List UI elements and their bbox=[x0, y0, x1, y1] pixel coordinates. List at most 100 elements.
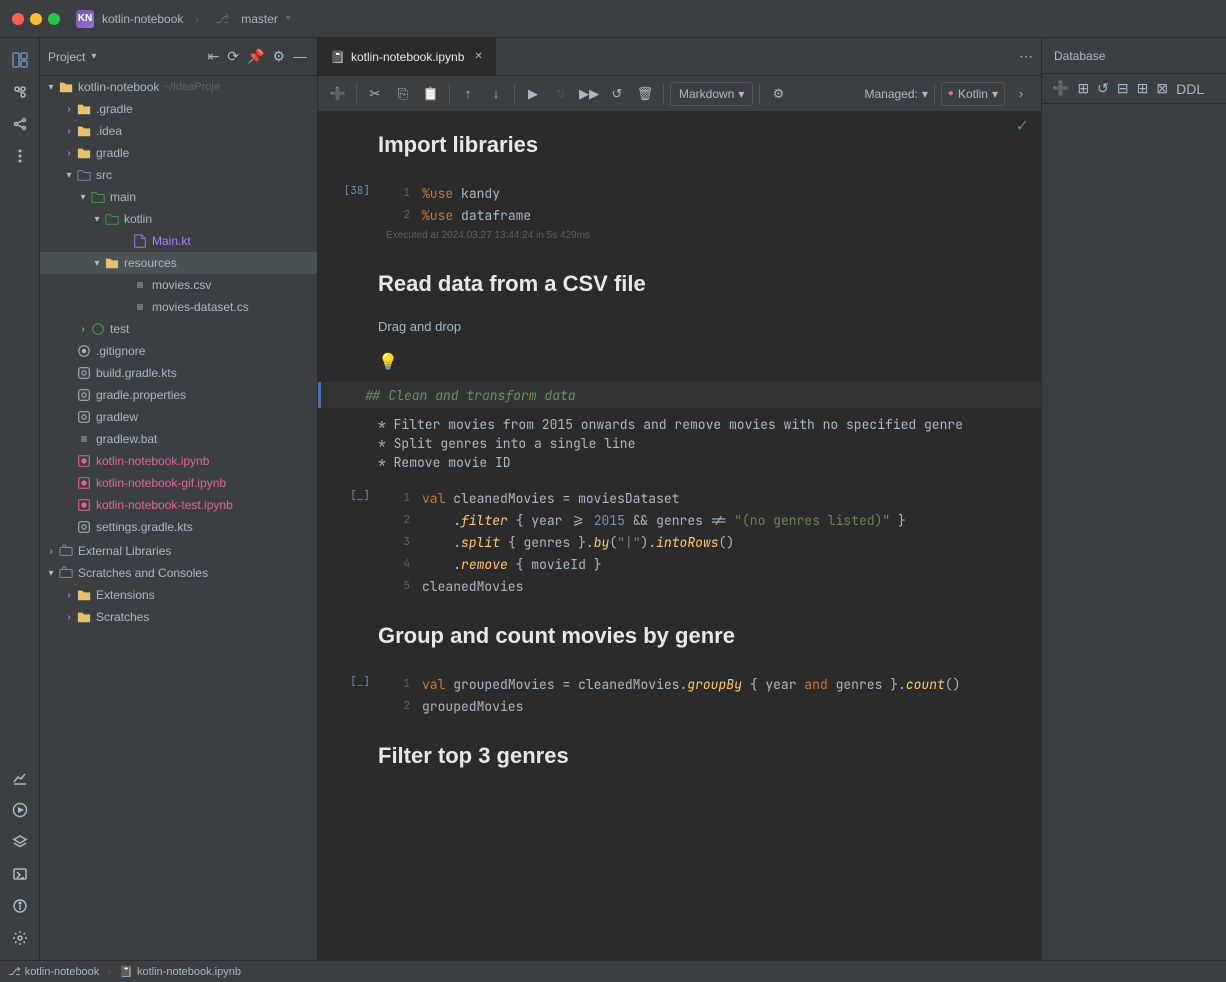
tree-item-gradlew-bat[interactable]: › ≡ gradlew.bat bbox=[40, 428, 317, 450]
cut-button[interactable]: ✂ bbox=[363, 82, 387, 106]
gradle-arrow: › bbox=[62, 102, 76, 116]
collapse-all-icon[interactable]: ⇤ bbox=[206, 46, 222, 67]
tree-item-build-gradle[interactable]: › build.gradle.kts bbox=[40, 362, 317, 384]
minimize-panel-icon[interactable]: — bbox=[291, 46, 309, 67]
stop-button[interactable]: ◾ bbox=[549, 82, 573, 106]
delete-button[interactable]: 🗑 bbox=[633, 82, 657, 106]
restart-button[interactable]: ↺ bbox=[605, 82, 629, 106]
tree-item-gradlew[interactable]: › gradlew bbox=[40, 406, 317, 428]
tree-item-scratches[interactable]: › Scratches bbox=[40, 606, 317, 628]
tree-item-gradle-dir[interactable]: › gradle bbox=[40, 142, 317, 164]
navigate-icon[interactable]: ⟳ bbox=[225, 46, 241, 67]
code-cell-cleaned-movies[interactable]: [_] 1 val cleanedMovies = moviesDataset … bbox=[318, 485, 1041, 599]
db-add-icon[interactable]: ➕ bbox=[1050, 78, 1071, 99]
layers-icon[interactable] bbox=[6, 828, 34, 856]
db-ddl-icon[interactable]: DDL bbox=[1174, 79, 1206, 99]
cell-content-38[interactable]: 1 %use kandy 2 %use dataframe Executed a… bbox=[378, 180, 1041, 247]
tab-menu-icon[interactable]: ⋯ bbox=[1011, 48, 1041, 65]
db-table-icon[interactable]: ⊠ bbox=[1154, 78, 1170, 99]
external-libs-arrow: › bbox=[44, 544, 58, 558]
minimize-button[interactable] bbox=[30, 13, 42, 25]
active-cell-comment[interactable]: ## Clean and transform data bbox=[318, 382, 1041, 408]
cleaned-line-4: 4 .remove { movieId } bbox=[386, 553, 1033, 575]
pin-icon[interactable]: 📌 bbox=[245, 46, 266, 67]
structure-icon[interactable] bbox=[6, 110, 34, 138]
add-cell-button[interactable]: ➕ bbox=[326, 82, 350, 106]
movies-csv-label: movies.csv bbox=[152, 278, 211, 292]
tree-item-gradle-props[interactable]: › gradle.properties bbox=[40, 384, 317, 406]
line-code-38-2: %use dataframe bbox=[422, 207, 531, 224]
tree-item-gitignore[interactable]: › .gitignore bbox=[40, 340, 317, 362]
status-file-icon: 📓 bbox=[119, 965, 133, 978]
status-git[interactable]: ⎇ kotlin-notebook bbox=[8, 965, 99, 978]
status-file[interactable]: 📓 kotlin-notebook.ipynb bbox=[119, 965, 241, 978]
tree-item-src[interactable]: ▾ src bbox=[40, 164, 317, 186]
cleaned-lnum-5: 5 bbox=[390, 579, 410, 593]
grouped-line-2: 2 groupedMovies bbox=[386, 695, 1033, 717]
tree-item-kotlin[interactable]: ▾ kotlin bbox=[40, 208, 317, 230]
settings-panel-icon[interactable]: ⚙ bbox=[270, 46, 287, 67]
db-grid-icon[interactable]: ⊞ bbox=[1135, 78, 1151, 99]
code-cell-grouped-movies[interactable]: [_] 1 val groupedMovies = cleanedMovies.… bbox=[318, 671, 1041, 719]
analytics-icon[interactable] bbox=[6, 764, 34, 792]
tree-item-main[interactable]: ▾ main bbox=[40, 186, 317, 208]
tree-item-scratches-consoles[interactable]: ▾ Scratches and Consoles bbox=[40, 562, 317, 584]
db-browse-icon[interactable]: ⊞ bbox=[1075, 78, 1091, 99]
kernel-dot: ● bbox=[948, 88, 954, 99]
tree-item-kotlin-notebook-test[interactable]: › kotlin-notebook-test.ipynb bbox=[40, 494, 317, 516]
db-refresh-icon[interactable]: ↺ bbox=[1095, 78, 1111, 99]
move-down-button[interactable]: ↓ bbox=[484, 82, 508, 106]
tree-item-gradle[interactable]: › .gradle bbox=[40, 98, 317, 120]
move-up-button[interactable]: ↑ bbox=[456, 82, 480, 106]
build-gradle-icon bbox=[76, 365, 92, 381]
paste-button[interactable]: 📋 bbox=[419, 82, 443, 106]
gradlew-bat-label: gradlew.bat bbox=[96, 432, 157, 446]
cleaned-code-3: .split { genres }.by("|").intoRows() bbox=[422, 534, 734, 551]
code-cell-38[interactable]: [38] 1 %use kandy 2 %use dataframe Execu… bbox=[318, 180, 1041, 247]
managed-text: Managed: bbox=[864, 87, 917, 101]
tree-item-external-libs[interactable]: › External Libraries bbox=[40, 540, 317, 562]
notebook-settings-button[interactable]: ⚙ bbox=[766, 82, 790, 106]
tree-item-settings-gradle[interactable]: › settings.gradle.kts bbox=[40, 516, 317, 538]
branch-icon: ⎇ bbox=[215, 12, 229, 26]
maximize-button[interactable] bbox=[48, 13, 60, 25]
db-schema-icon[interactable]: ⊟ bbox=[1115, 78, 1131, 99]
cleaned-code-4: .remove { movieId } bbox=[422, 556, 602, 573]
tab-close-button[interactable]: ✕ bbox=[474, 51, 482, 62]
right-panel: Database ➕ ⊞ ↺ ⊟ ⊞ ⊠ DDL bbox=[1041, 38, 1226, 960]
managed-chevron[interactable]: ▾ bbox=[922, 87, 928, 101]
run-icon[interactable] bbox=[6, 796, 34, 824]
project-chevron[interactable]: ▾ bbox=[91, 51, 96, 62]
cell-type-dropdown[interactable]: Markdown ▾ bbox=[670, 82, 753, 106]
settings-icon[interactable] bbox=[6, 924, 34, 952]
tab-file-icon: 📓 bbox=[330, 50, 345, 64]
database-panel-title: Database bbox=[1054, 49, 1105, 63]
notebook-content[interactable]: ✓ Import libraries [38] 1 %use kandy bbox=[318, 112, 1041, 960]
tree-item-test[interactable]: › test bbox=[40, 318, 317, 340]
cell-content-grouped[interactable]: 1 val groupedMovies = cleanedMovies.grou… bbox=[378, 671, 1041, 719]
tree-item-kotlin-notebook[interactable]: › kotlin-notebook.ipynb bbox=[40, 450, 317, 472]
terminal-icon[interactable] bbox=[6, 860, 34, 888]
kernel-selector[interactable]: ● Kotlin ▾ bbox=[941, 82, 1005, 106]
tree-item-resources[interactable]: ▾ resources bbox=[40, 252, 317, 274]
project-icon[interactable] bbox=[6, 46, 34, 74]
tree-item-kotlin-notebook-gif[interactable]: › kotlin-notebook-gif.ipynb bbox=[40, 472, 317, 494]
git-icon[interactable] bbox=[6, 78, 34, 106]
tree-item-root[interactable]: ▾ kotlin-notebook ~/IdeaProje bbox=[40, 76, 317, 98]
tree-item-movies-csv[interactable]: › ≡ movies.csv bbox=[40, 274, 317, 296]
cell-content-cleaned[interactable]: 1 val cleanedMovies = moviesDataset 2 .f… bbox=[378, 485, 1041, 599]
info-icon[interactable] bbox=[6, 892, 34, 920]
tree-item-movies-dataset[interactable]: › ≡ movies-dataset.cs bbox=[40, 296, 317, 318]
run-all-button[interactable]: ▶▶ bbox=[577, 82, 601, 106]
copy-button[interactable]: ⎘ bbox=[391, 82, 415, 106]
run-button[interactable]: ▶ bbox=[521, 82, 545, 106]
gradle-dir-label: gradle bbox=[96, 146, 129, 160]
close-button[interactable] bbox=[12, 13, 24, 25]
tree-item-extensions[interactable]: › Extensions bbox=[40, 584, 317, 606]
next-cell-button[interactable]: › bbox=[1009, 82, 1033, 106]
tree-item-main-kt[interactable]: › Main.kt bbox=[40, 230, 317, 252]
active-tab[interactable]: 📓 kotlin-notebook.ipynb ✕ bbox=[318, 38, 496, 76]
tree-item-idea[interactable]: › .idea bbox=[40, 120, 317, 142]
branch-name[interactable]: master bbox=[241, 12, 278, 26]
more-icon[interactable] bbox=[6, 142, 34, 170]
